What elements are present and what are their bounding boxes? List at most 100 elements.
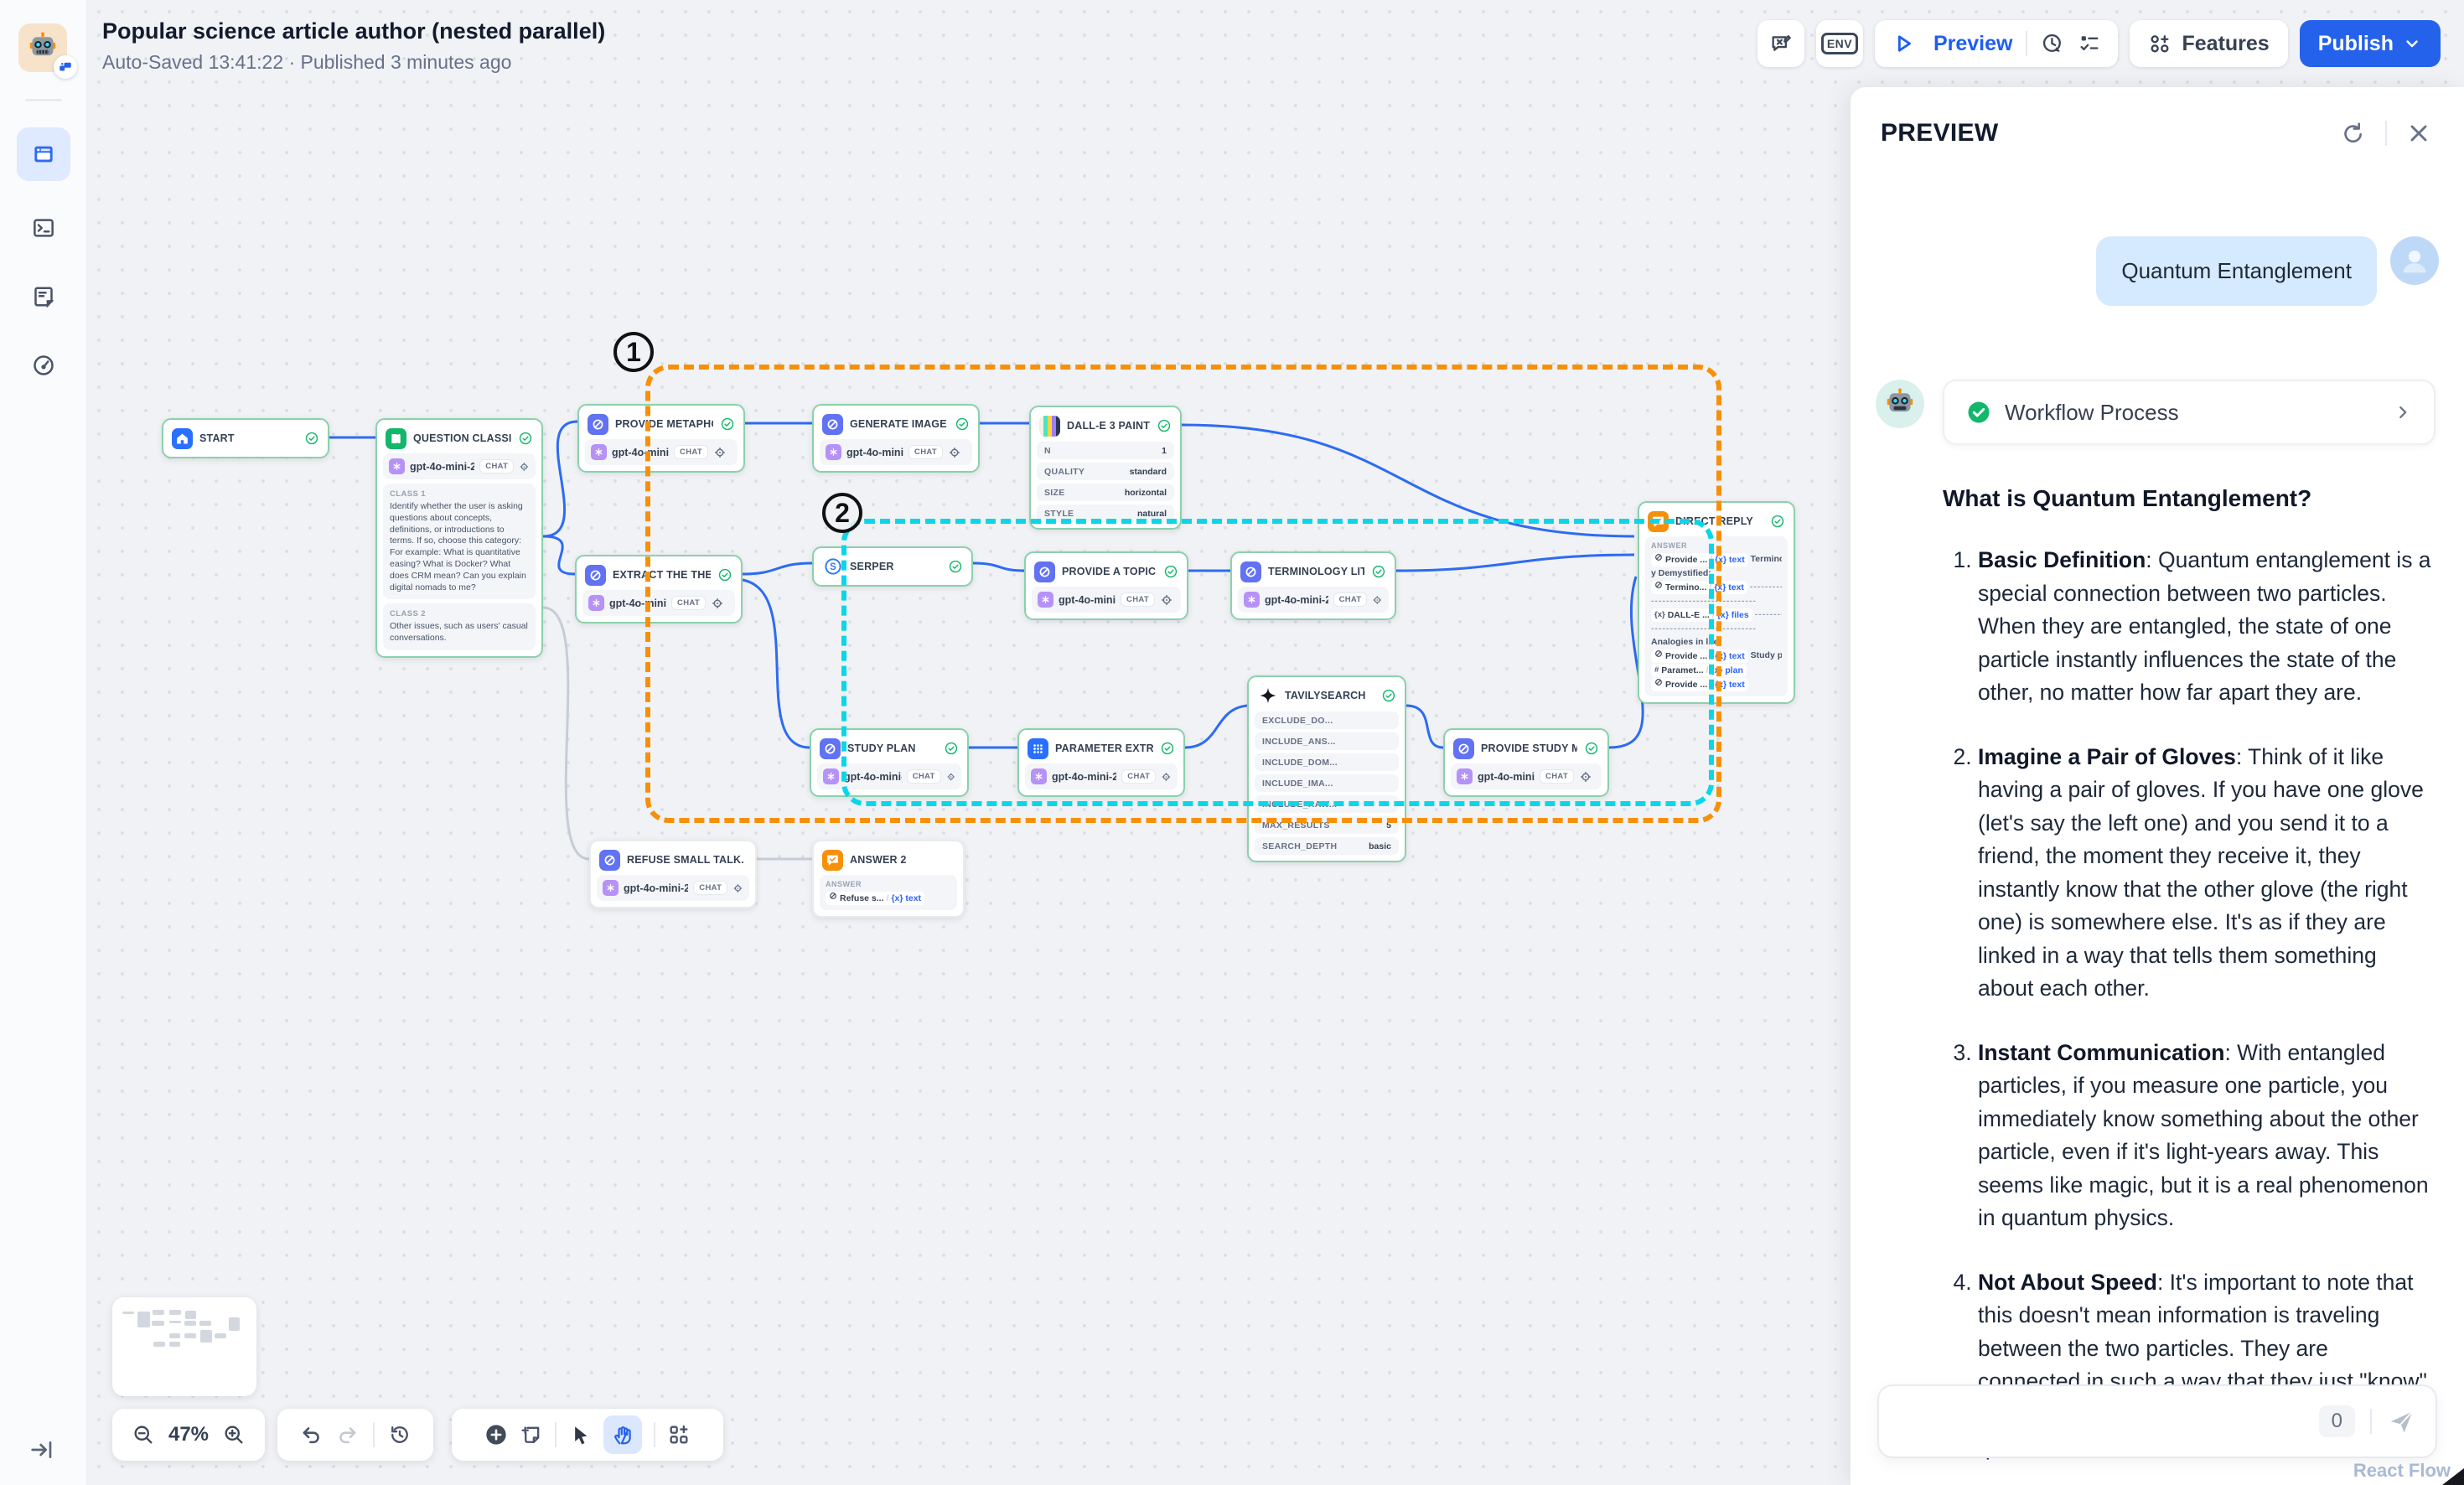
node-direct-reply[interactable]: DIRECT REPLYANSWERProvide .../{x} text T… <box>1638 501 1795 704</box>
minimap-node <box>153 1310 164 1315</box>
zoom-toolbar: 47% <box>112 1409 265 1461</box>
restart-chat-icon[interactable] <box>2340 120 2367 147</box>
model-config-icon <box>948 446 961 459</box>
pointer-mode-icon[interactable] <box>568 1423 592 1446</box>
model-config-icon <box>519 460 530 473</box>
model-row[interactable]: gpt-4o-miniCHAT <box>1032 587 1181 613</box>
send-icon[interactable] <box>2387 1407 2415 1436</box>
features-button[interactable]: Features <box>2130 20 2287 67</box>
node-success-icon <box>304 431 319 446</box>
collapse-sidebar-button[interactable] <box>28 1436 55 1463</box>
model-row[interactable]: gpt-4o-mini-20...CHAT <box>1025 763 1178 789</box>
node-success-icon <box>717 567 732 582</box>
zoom-out-icon[interactable] <box>132 1423 155 1446</box>
model-config-icon <box>1161 770 1172 784</box>
node-dalle-3-painting[interactable]: DALL-E 3 PAINTINGN1QUALITYstandardSIZEho… <box>1029 406 1182 530</box>
char-count-badge: 0 <box>2319 1405 2355 1437</box>
node-refuse-small-talk[interactable]: REFUSE SMALL TALK. gpt-4o-mini-20...CHAT <box>589 840 757 908</box>
node-study-plan[interactable]: STUDY PLANgpt-4o-mini-20...CHAT <box>810 728 969 797</box>
answer-list-item: Instant Communication: With entangled pa… <box>1978 1037 2436 1235</box>
add-node-icon[interactable] <box>484 1423 508 1446</box>
chat-x-icon <box>1769 32 1793 55</box>
model-config-icon <box>946 770 955 784</box>
annotation-circle-1: 1 <box>613 332 654 372</box>
node-title: DIRECT REPLY <box>1675 515 1763 527</box>
node-provide-study-material[interactable]: PROVIDE STUDY MATER...gpt-4o-miniCHAT <box>1443 728 1609 797</box>
assistant-message-row: Workflow Process What is Quantum Entangl… <box>1876 380 2436 1485</box>
sidebar-item-orchestrate[interactable] <box>17 127 70 181</box>
model-row[interactable]: gpt-4o-miniCHAT <box>582 590 735 616</box>
node-provide-a-topic[interactable]: PROVIDE A TOPIC FROM... gpt-4o-miniCHAT <box>1024 551 1188 620</box>
node-extract-the-theme[interactable]: EXTRACT THE THEME. gpt-4o-miniCHAT <box>575 555 743 623</box>
run-history-icon[interactable] <box>2041 32 2064 55</box>
publish-label: Publish <box>2318 32 2394 56</box>
node-title: EXTRACT THE THEME. <box>613 569 711 581</box>
sidebar-item-logs[interactable] <box>17 270 70 323</box>
answer-list-item: Basic Definition: Quantum entanglement i… <box>1978 544 2436 710</box>
zoom-in-icon[interactable] <box>222 1423 246 1446</box>
model-row[interactable]: gpt-4o-miniCHAT <box>585 439 738 465</box>
node-start[interactable]: START <box>162 418 329 458</box>
node-tavilysearch[interactable]: TAVILYSEARCHEXCLUDE_DO...INCLUDE_ANS...I… <box>1247 675 1406 862</box>
react-flow-attribution: React Flow <box>2353 1460 2451 1482</box>
node-parameter-extractor[interactable]: PARAMETER EXTRACTOR gpt-4o-mini-20...CHAT <box>1017 728 1185 797</box>
node-title: TAVILYSEARCH <box>1285 690 1374 701</box>
node-success-icon <box>1381 688 1396 703</box>
model-row[interactable]: gpt-4o-mini-20...CHAT <box>817 763 961 789</box>
arrow-into-bar-icon <box>28 1436 55 1463</box>
answer-list: Basic Definition: Quantum entanglement i… <box>1943 544 2436 1465</box>
chat-input[interactable]: 0 <box>1877 1384 2437 1458</box>
model-row[interactable]: gpt-4o-miniCHAT <box>820 439 972 465</box>
model-name: gpt-4o-mini-20... <box>410 461 474 473</box>
node-success-icon <box>1770 514 1785 529</box>
publish-button[interactable]: Publish <box>2300 20 2441 67</box>
zoom-level[interactable]: 47% <box>168 1423 209 1446</box>
node-title: REFUSE SMALL TALK. <box>627 854 747 866</box>
node-provide-metaphors[interactable]: PROVIDE METAPHORS A...gpt-4o-miniCHAT <box>577 404 745 473</box>
minimap[interactable] <box>112 1297 256 1396</box>
reply-icon <box>1648 511 1669 532</box>
sidebar-item-monitoring[interactable] <box>17 339 70 392</box>
edit-toolbar <box>452 1409 723 1461</box>
model-provider-icon <box>1031 768 1047 784</box>
hand-icon <box>611 1423 634 1446</box>
chat-annotation-button[interactable] <box>1757 20 1804 67</box>
minimap-node <box>137 1312 149 1327</box>
model-mode-badge: CHAT <box>671 596 706 610</box>
model-provider-icon <box>588 595 604 611</box>
node-success-icon <box>1371 564 1386 579</box>
node-generate-image-prompt[interactable]: GENERATE IMAGE PRO...gpt-4o-miniCHAT <box>812 404 980 473</box>
node-terminology-literacy[interactable]: TERMINOLOGY LITERACYgpt-4o-mini-20...CHA… <box>1230 551 1396 620</box>
model-row[interactable]: gpt-4o-mini-20...CHAT <box>383 453 536 479</box>
node-answer-2[interactable]: ANSWER 2ANSWERRefuse s.../{x} text <box>812 840 965 918</box>
model-row[interactable]: gpt-4o-miniCHAT <box>1451 763 1602 789</box>
gauge-icon <box>31 353 56 378</box>
model-mode-badge: CHAT <box>1121 769 1156 784</box>
model-row[interactable]: gpt-4o-mini-20...CHAT <box>597 875 749 901</box>
sidebar-item-api[interactable] <box>17 201 70 255</box>
model-row[interactable]: gpt-4o-mini-20...CHAT <box>1238 587 1389 613</box>
preview-run-button[interactable]: Preview <box>1933 32 2013 56</box>
workflow-process-toggle[interactable]: Workflow Process <box>1943 380 2436 445</box>
minimap-node <box>169 1310 181 1315</box>
minimap-node <box>184 1333 196 1338</box>
add-note-icon[interactable] <box>520 1423 543 1446</box>
param-row: INCLUDE_IMA... <box>1255 774 1399 792</box>
env-button[interactable]: ENV <box>1816 20 1863 67</box>
version-history-icon[interactable] <box>388 1423 412 1446</box>
hand-mode-button[interactable] <box>603 1415 642 1454</box>
preview-title: PREVIEW <box>1881 119 2322 147</box>
llm-icon <box>822 414 843 435</box>
node-title: PROVIDE A TOPIC FROM... <box>1062 566 1157 577</box>
redo-icon[interactable] <box>336 1423 360 1446</box>
organize-nodes-icon[interactable] <box>667 1423 691 1446</box>
checklist-icon[interactable] <box>2078 32 2101 55</box>
model-config-icon <box>1160 593 1173 607</box>
node-question-classifier[interactable]: QUESTION CLASSIFIERgpt-4o-mini-20...CHAT… <box>375 418 543 658</box>
node-title: PARAMETER EXTRACTOR <box>1055 742 1153 754</box>
node-serper[interactable]: SSERPER <box>812 546 973 587</box>
undo-icon[interactable] <box>299 1423 323 1446</box>
close-icon[interactable] <box>2405 120 2432 147</box>
divider <box>555 1422 556 1447</box>
node-title: SERPER <box>850 561 941 572</box>
